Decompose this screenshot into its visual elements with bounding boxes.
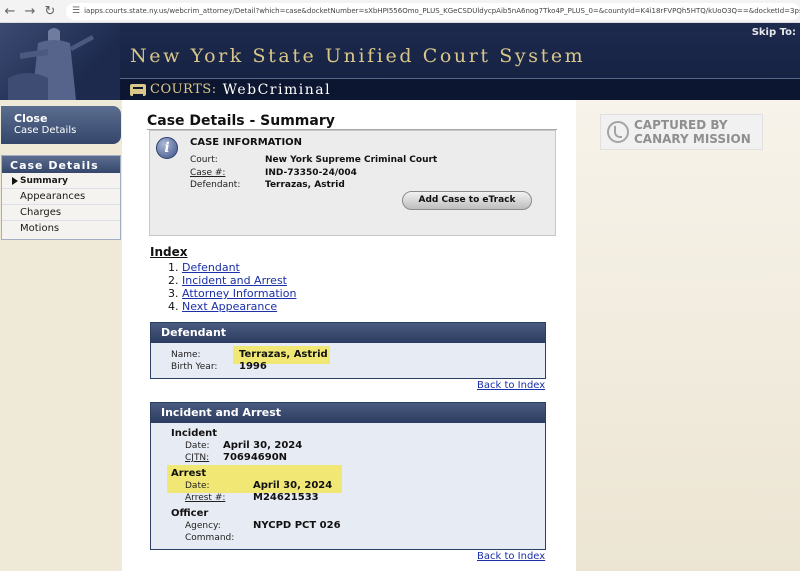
list-item: 4. Next Appearance [168,300,296,313]
watermark-line-1: CAPTURED BY [634,118,728,132]
index-number: 2. [168,274,179,287]
birth-year-label: Birth Year: [171,362,218,372]
watermark-line-2: CANARY MISSION [634,132,751,146]
forward-arrow-icon[interactable]: → [20,4,40,19]
defendant-panel: Defendant Name: Terrazas, Astrid Birth Y… [150,322,546,379]
site-header: New York State Unified Court System Skip… [0,23,800,100]
command-label: Command: [185,533,235,543]
sidebar-item-label: Motions [20,223,60,234]
sidebar-item-label: Appearances [20,191,86,202]
close-subtitle: Case Details [14,125,77,136]
arrest-number-label: Arrest #: [185,493,226,503]
arrest-heading: Arrest [171,468,207,479]
index-link-attorney-information[interactable]: Attorney Information [182,287,296,300]
back-to-index-link[interactable]: Back to Index [477,551,545,562]
case-details-menu-title: Case Details [2,156,120,173]
defendant-label: Defendant: [190,180,241,190]
index-list: 1. Defendant 2. Incident and Arrest 3. A… [168,261,296,313]
reload-icon[interactable]: ↻ [40,4,60,19]
arrest-date-label: Date: [185,481,210,491]
watermark-text: CAPTURED BY CANARY MISSION [634,118,751,146]
sidebar: Close Case Details Case Details Summary … [0,100,122,571]
courts-label: COURTS: [150,82,217,97]
url-text[interactable]: iapps.courts.state.ny.us/webcrim_attorne… [84,7,800,15]
incident-heading: Incident [171,428,218,439]
court-value: New York Supreme Criminal Court [265,155,438,165]
lady-justice-statue-image [0,23,120,100]
add-case-to-etrack-button[interactable]: Add Case to eTrack [402,191,532,210]
site-info-icon[interactable]: ☰ [72,6,80,16]
canary-bird-icon [607,121,629,143]
index-number: 4. [168,300,179,313]
site-title: New York State Unified Court System [130,45,586,67]
case-information-box: i CASE INFORMATION Court: New York Supre… [149,130,556,236]
list-item: 3. Attorney Information [168,287,296,300]
info-icon: i [156,137,178,159]
arrest-date-value: April 30, 2024 [253,480,333,491]
case-details-menu: Case Details Summary Appearances Charges… [1,155,121,240]
close-case-details-button[interactable]: Close Case Details [1,106,121,144]
page-title: Case Details - Summary [147,113,335,129]
sidebar-item-label: Summary [20,176,69,186]
current-item-arrow-icon [12,177,18,185]
close-title: Close [14,112,48,125]
incident-arrest-panel: Incident and Arrest Incident Date: April… [150,402,546,550]
cjtn-value: 70694690N [223,452,288,463]
incident-date-value: April 30, 2024 [223,440,303,451]
courts-logo-icon [130,83,146,96]
defendant-panel-title: Defendant [151,323,545,343]
index-link-defendant[interactable]: Defendant [182,261,240,274]
incident-date-label: Date: [185,441,210,451]
canary-mission-watermark: CAPTURED BY CANARY MISSION [600,114,763,150]
right-margin: CAPTURED BY CANARY MISSION [576,100,800,571]
app-name: WebCriminal [222,81,332,98]
address-bar[interactable]: ☰ iapps.courts.state.ny.us/webcrim_attor… [66,2,800,20]
name-value: Terrazas, Astrid [239,349,328,360]
main-content: Case Details - Summary i CASE INFORMATIO… [122,100,576,571]
back-arrow-icon[interactable]: ← [0,4,20,19]
sidebar-item-appearances[interactable]: Appearances [2,189,120,205]
index-heading: Index [150,245,188,259]
case-number-label: Case #: [190,168,226,178]
index-link-next-appearance[interactable]: Next Appearance [182,300,277,313]
officer-heading: Officer [171,508,209,519]
case-information-heading: CASE INFORMATION [190,137,303,148]
sidebar-item-charges[interactable]: Charges [2,205,120,221]
back-to-index-link[interactable]: Back to Index [477,380,545,391]
app-subtitle-bar: COURTS: WebCriminal [120,78,800,100]
cjtn-label: CJTN: [185,453,210,463]
skip-to-menu[interactable]: Skip To: [752,27,796,38]
index-link-incident-arrest[interactable]: Incident and Arrest [182,274,287,287]
agency-value: NYCPD PCT 026 [253,520,341,531]
index-number: 3. [168,287,179,300]
court-label: Court: [190,155,218,165]
incident-arrest-panel-title: Incident and Arrest [151,403,545,423]
agency-label: Agency: [185,521,221,531]
arrest-number-value: M24621533 [253,492,319,503]
sidebar-item-motions[interactable]: Motions [2,221,120,237]
index-number: 1. [168,261,179,274]
list-item: 2. Incident and Arrest [168,274,296,287]
case-number-value: IND-73350-24/004 [265,168,357,178]
birth-year-value: 1996 [239,361,267,372]
list-item: 1. Defendant [168,261,296,274]
sidebar-item-summary[interactable]: Summary [2,173,120,189]
defendant-value: Terrazas, Astrid [265,180,345,190]
name-label: Name: [171,350,201,360]
sidebar-item-label: Charges [20,207,62,218]
browser-toolbar: ← → ↻ ☰ iapps.courts.state.ny.us/webcrim… [0,0,800,23]
